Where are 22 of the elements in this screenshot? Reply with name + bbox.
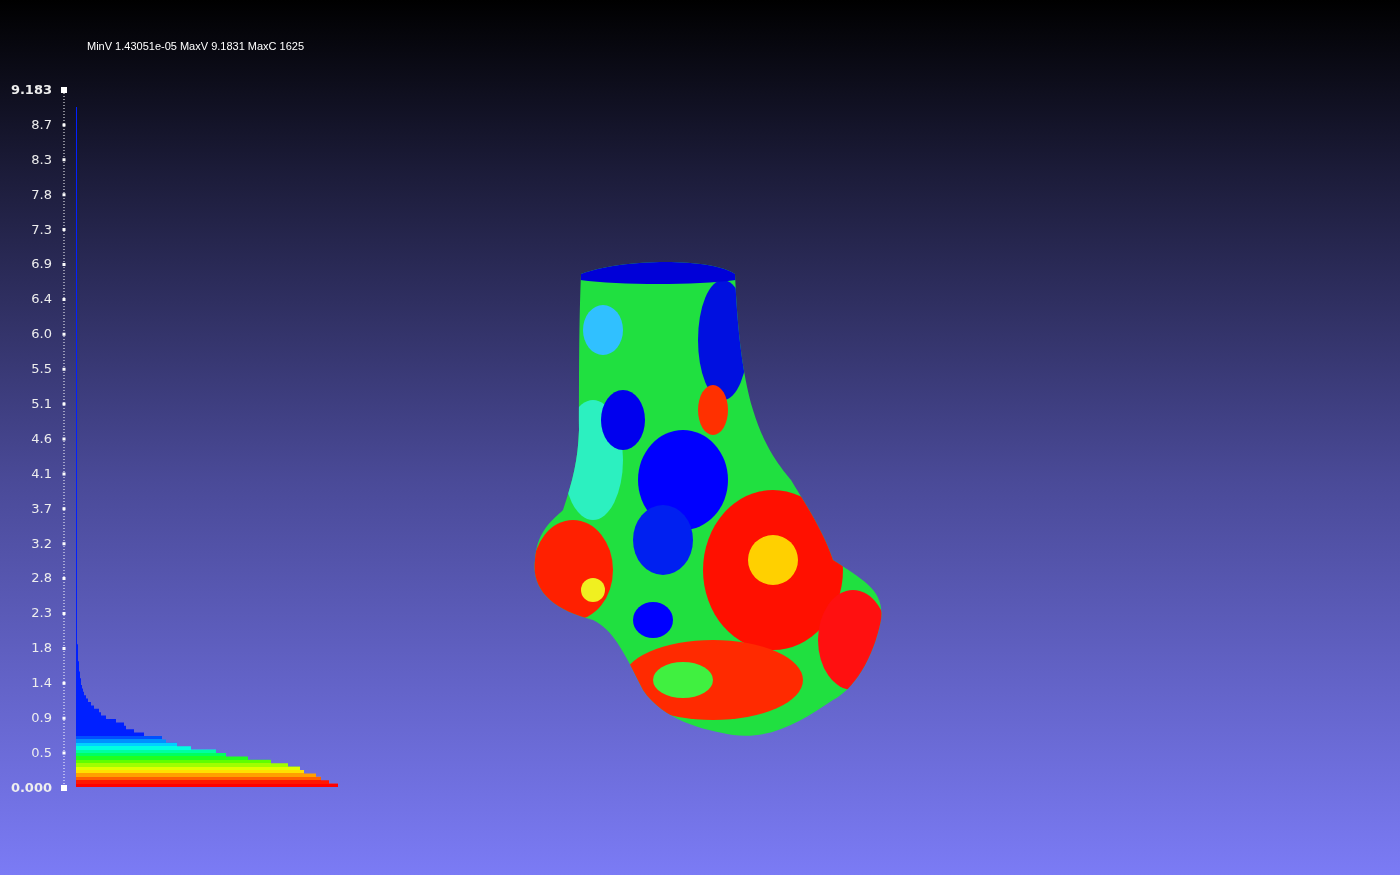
scale-label: 1.8 [30,641,52,656]
scale-label: 2.8 [30,571,52,586]
scale-label: 3.2 [30,536,52,551]
scale-label: 0.9 [30,711,52,726]
scale-label: 0.000 [9,780,52,795]
scale-label: 3.7 [30,501,52,516]
scale-label: 2.3 [30,606,52,621]
scale-label: 9.183 [9,83,52,97]
scale-label: 6.9 [30,257,52,272]
scale-label: 5.5 [30,362,52,377]
scale-label: 7.3 [30,222,52,237]
scale-label: 4.1 [30,466,52,481]
scale-label: 0.5 [30,745,52,760]
scale-label: 7.8 [30,187,52,202]
info-text: MinV 1.43051e-05 MaxV 9.1831 MaxC 1625 [87,39,306,54]
scale-label: 6.4 [30,292,52,307]
scale-label: 6.0 [30,327,52,342]
scale-label: 8.7 [30,117,52,132]
scale-label: 1.4 [30,676,52,691]
scale-label: 8.3 [30,152,52,167]
scale-label: 4.6 [30,431,52,446]
scale-label: 5.1 [30,397,52,411]
